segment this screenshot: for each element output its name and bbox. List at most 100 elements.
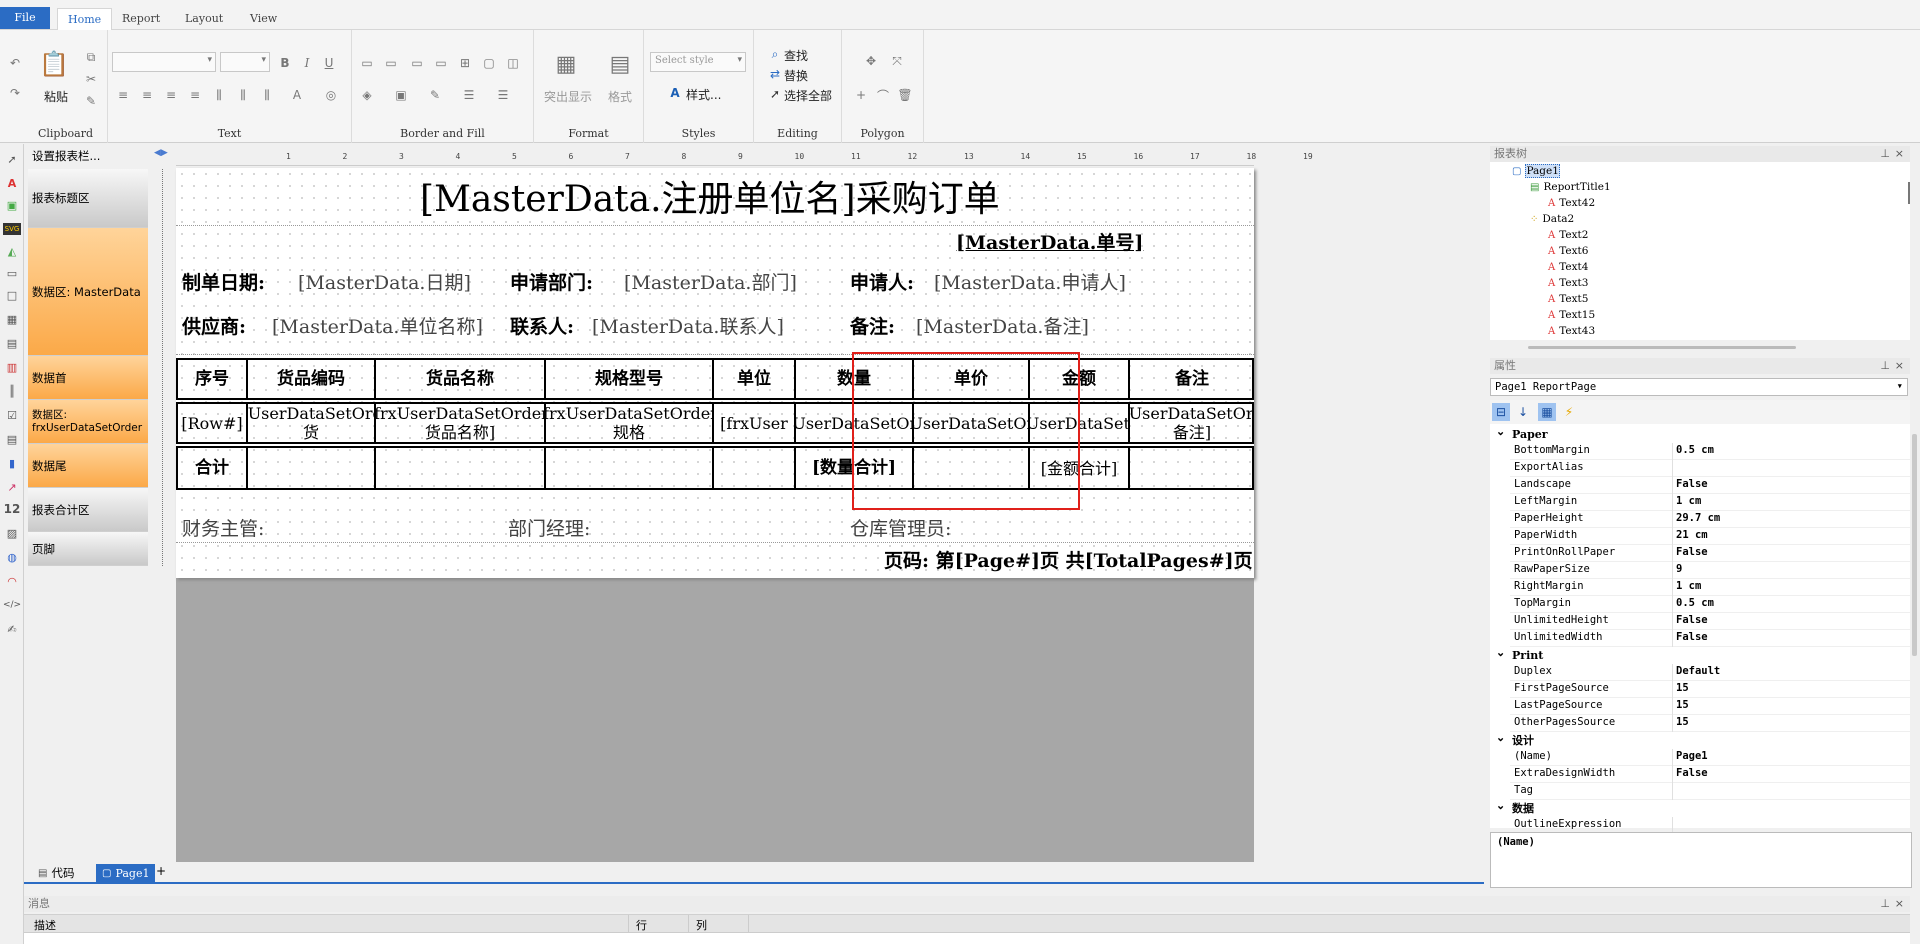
gauge-tool-icon[interactable]: ◠ (3, 572, 21, 590)
tree-node[interactable]: A Text3 (1548, 277, 1588, 289)
property-row[interactable]: RightMargin 1 cm (1510, 579, 1910, 596)
categorized-icon[interactable]: ⊟ (1492, 403, 1510, 421)
property-row[interactable]: LastPageSource 15 (1510, 698, 1910, 715)
property-row[interactable]: ExtraDesignWidth False (1510, 766, 1910, 783)
close-icon[interactable]: × (1895, 358, 1904, 374)
sort-az-icon[interactable]: ↓ (1514, 403, 1532, 421)
valign-bottom-icon[interactable]: ⫼ (258, 86, 276, 104)
font-color-icon[interactable]: A (288, 86, 306, 104)
property-row[interactable]: Duplex Default (1510, 664, 1910, 681)
valign-middle-icon[interactable]: ⫼ (234, 86, 252, 104)
fill-style-icon[interactable]: ▣ (392, 86, 410, 104)
underline-icon[interactable]: U (320, 54, 338, 72)
page-number-field[interactable]: 页码: 第[Page#]页 共[TotalPages#]页 (884, 546, 1253, 573)
events-tab-icon[interactable]: ⚡ (1560, 403, 1578, 421)
order-number-field[interactable]: [MasterData.单号] (956, 228, 1143, 255)
band-report-title[interactable]: 报表标题区 (28, 169, 148, 228)
property-value[interactable]: 15 (1676, 682, 1689, 694)
styles-icon[interactable]: A (666, 84, 684, 102)
property-value[interactable]: Default (1676, 665, 1720, 677)
checkbox-tool-icon[interactable]: ☑ (3, 406, 21, 424)
text-tool-icon[interactable]: A (3, 174, 21, 192)
category-paper[interactable]: ⌄ Paper (1492, 423, 1910, 443)
format-painter-icon[interactable]: ✎ (82, 92, 100, 110)
line-style-icon[interactable]: ☰ (494, 86, 512, 104)
highlight-rule-icon[interactable]: ▦ (552, 50, 580, 78)
object-selector[interactable]: Page1 ReportPage ▾ (1490, 378, 1908, 396)
property-value[interactable]: 15 (1676, 699, 1689, 711)
tab-file[interactable]: File (0, 7, 50, 29)
font-size-combo[interactable] (220, 52, 270, 72)
italic-icon[interactable]: I (298, 54, 316, 72)
contact-label[interactable]: 联系人: (510, 312, 574, 339)
rectangle-tool-icon[interactable]: □ (3, 286, 21, 304)
align-center-icon[interactable]: ≡ (138, 86, 156, 104)
tree-node[interactable]: ▤ ReportTitle1 (1530, 181, 1611, 193)
property-value[interactable]: 29.7 cm (1676, 512, 1720, 524)
property-row[interactable]: OtherPagesSource 15 (1510, 715, 1910, 732)
property-value[interactable]: False (1676, 614, 1708, 626)
cellular-tool-icon[interactable]: ▨ (3, 524, 21, 542)
tab-layout[interactable]: Layout (175, 8, 233, 30)
format-icon[interactable]: ▤ (606, 50, 634, 78)
property-row[interactable]: UnlimitedWidth False (1510, 630, 1910, 647)
property-row[interactable]: BottomMargin 0.5 cm (1510, 443, 1910, 460)
supplier-field[interactable]: [MasterData.单位名称] (272, 312, 483, 339)
property-value[interactable]: False (1676, 767, 1708, 779)
property-value[interactable]: 15 (1676, 716, 1689, 728)
find-icon[interactable]: ⌕ (766, 45, 784, 63)
band-data-header[interactable]: 数据首 (28, 356, 148, 400)
cut-icon[interactable]: ✂ (82, 70, 100, 88)
pin-icon[interactable]: ⊥ (1880, 358, 1890, 374)
tab-page1[interactable]: ▢ Page1 (96, 864, 156, 882)
property-row[interactable]: TopMargin 0.5 cm (1510, 596, 1910, 613)
fill-color-icon[interactable]: ◈ (358, 86, 376, 104)
bezier-icon[interactable]: ⤧ (888, 52, 906, 70)
category-print[interactable]: ⌄ Print (1492, 644, 1910, 664)
redo-icon[interactable]: ↷ (6, 84, 24, 102)
border-bottom-icon[interactable]: ▭ (382, 54, 400, 72)
property-row[interactable]: Landscape False (1510, 477, 1910, 494)
tree-vertical-scrollbar[interactable] (1908, 182, 1910, 204)
table-data-cell[interactable]: [frxUserDataSetOrder.备注] (1130, 404, 1254, 442)
table-data-cell[interactable]: [frxUserDataSetOrder.货品名称] (376, 404, 544, 442)
applicant-label[interactable]: 申请人: (850, 268, 914, 295)
paste-label[interactable]: 粘贴 (44, 88, 68, 105)
table-data-cell[interactable]: [frxUserDataSetOrder.货 (248, 404, 374, 442)
table-tool-icon[interactable]: ▦ (3, 310, 21, 328)
border-all-icon[interactable]: ⊞ (456, 54, 474, 72)
svg-tool-icon[interactable]: SVG (3, 223, 21, 235)
table-header-cell[interactable]: 规格型号 (546, 360, 712, 398)
sparkline-tool-icon[interactable]: ↗ (3, 478, 21, 496)
tree-node[interactable]: A Text4 (1548, 261, 1588, 273)
number-tool-icon[interactable]: 12 (3, 500, 21, 518)
property-value[interactable]: 21 cm (1676, 529, 1708, 541)
map-tool-icon[interactable]: ◍ (3, 548, 21, 566)
richtext-tool-icon[interactable]: ▤ (3, 334, 21, 352)
matrix-tool-icon[interactable]: ▥ (3, 358, 21, 376)
close-icon[interactable]: × (1895, 146, 1904, 162)
table-header-cell[interactable]: 货品编码 (248, 360, 374, 398)
highlight-icon[interactable]: ◎ (322, 86, 340, 104)
chevron-down-icon[interactable]: ⌄ (1496, 644, 1505, 661)
date-field[interactable]: [MasterData.日期] (298, 268, 471, 295)
applicant-field[interactable]: [MasterData.申请人] (934, 268, 1126, 295)
category-design[interactable]: ⌄ 设计 (1492, 731, 1910, 749)
chevron-down-icon[interactable]: ⌄ (1496, 423, 1505, 440)
border-right-icon[interactable]: ▭ (432, 54, 450, 72)
find-button[interactable]: 查找 (784, 47, 808, 64)
property-value[interactable]: 0.5 cm (1676, 597, 1714, 609)
tree-node[interactable]: ▢ Page1 (1512, 164, 1560, 178)
total-label-cell[interactable]: 合计 (178, 448, 246, 488)
tree-node[interactable]: A Text6 (1548, 245, 1588, 257)
configure-bands-button[interactable]: 设置报表栏... (32, 148, 100, 164)
replace-button[interactable]: 替换 (784, 67, 808, 84)
shape-tool-icon[interactable]: ◭ (3, 242, 21, 260)
dept-field[interactable]: [MasterData.部门] (624, 268, 797, 295)
tab-code[interactable]: ▤ 代码 (32, 864, 80, 882)
pin-icon[interactable]: ⊥ (1880, 146, 1890, 162)
curve-point-icon[interactable]: ⌒ (874, 86, 892, 104)
tree-node[interactable]: A Text43 (1548, 325, 1595, 337)
line-color-icon[interactable]: ✎ (426, 86, 444, 104)
property-grid-scrollbar[interactable] (1912, 434, 1917, 656)
